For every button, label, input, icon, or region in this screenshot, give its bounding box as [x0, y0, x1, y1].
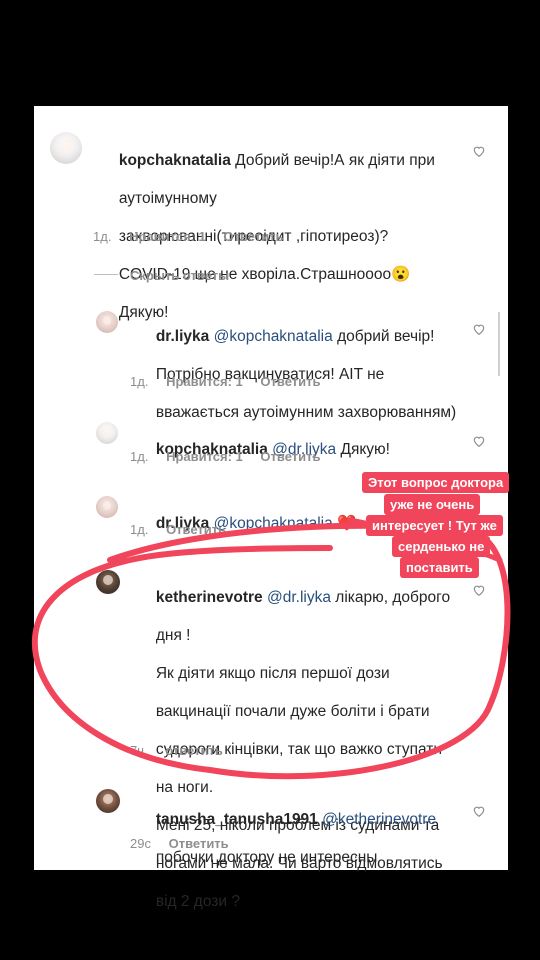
mention-link[interactable]: @dr.liyka [267, 589, 331, 606]
heart-emoji: ❤️ [337, 515, 357, 532]
comment-time: 7ч. [130, 743, 148, 758]
avatar[interactable] [50, 132, 82, 164]
avatar[interactable] [96, 496, 118, 518]
comment-time: 1д. [130, 449, 149, 464]
likes-count[interactable]: Нравится: 1 [166, 374, 243, 389]
comment-time: 1д. [93, 229, 112, 244]
avatar[interactable] [96, 311, 118, 333]
avatar[interactable] [96, 422, 118, 444]
heart-icon[interactable] [472, 583, 486, 597]
comments-panel: kopchaknatalia Добрий вечір!А як діяти п… [34, 106, 508, 910]
reply-button[interactable]: Ответить [260, 449, 320, 464]
likes-count[interactable]: Нравится: 1 [129, 229, 206, 244]
comment-username[interactable]: dr.liyka [156, 328, 209, 345]
comment-text-line: аутоімунному [118, 190, 217, 207]
comment-time: 1д. [130, 522, 149, 537]
replies-divider [94, 274, 118, 275]
comment-username[interactable]: kopchaknatalia [119, 152, 231, 169]
avatar[interactable] [96, 570, 120, 594]
comment-text-line: Добрий вечір!А як діяти при [235, 152, 435, 169]
comment-text-line: Як діяти якщо після першої дози [155, 665, 390, 682]
heart-icon[interactable] [472, 434, 486, 448]
comment-text-line: лікарю, доброго [335, 589, 451, 606]
likes-count[interactable]: Нравится: 1 [166, 449, 243, 464]
comment-time: 29с [130, 836, 151, 851]
reply-button[interactable]: Ответить [169, 836, 229, 851]
comment-text: побочки доктору не интересны [155, 849, 378, 866]
comment-username[interactable]: tanusha_tanusha1991 [156, 811, 318, 828]
comment-text-line: вважається аутоімунним захворюванням) [155, 404, 457, 421]
reply-button[interactable]: ответить [165, 743, 223, 758]
scrollbar[interactable] [498, 312, 500, 376]
heart-icon[interactable] [472, 144, 486, 158]
comment-text-line: від 2 дози ? [155, 893, 240, 910]
heart-icon[interactable] [472, 804, 486, 818]
comment-text: Дякую! [340, 441, 390, 458]
comment-text-line: добрий вечір! [337, 328, 435, 345]
reply-button[interactable]: Ответить [260, 374, 320, 389]
mention-link[interactable]: @kopchaknatalia [214, 328, 333, 345]
reply-button[interactable]: Ответить [166, 522, 226, 537]
hide-replies-button[interactable]: Скрыть ответы [130, 268, 229, 283]
comment-text-line: дня ! [155, 627, 191, 644]
mention-link[interactable]: @ketherinevotre [322, 811, 436, 828]
reply-button[interactable]: Ответить [223, 229, 283, 244]
heart-icon[interactable] [472, 322, 486, 336]
avatar[interactable] [96, 789, 120, 813]
comment-text-line: вакцинації почали дуже боліти і брати [155, 703, 430, 720]
comment-username[interactable]: ketherinevotre [156, 589, 263, 606]
comment-time: 1д. [130, 374, 149, 389]
